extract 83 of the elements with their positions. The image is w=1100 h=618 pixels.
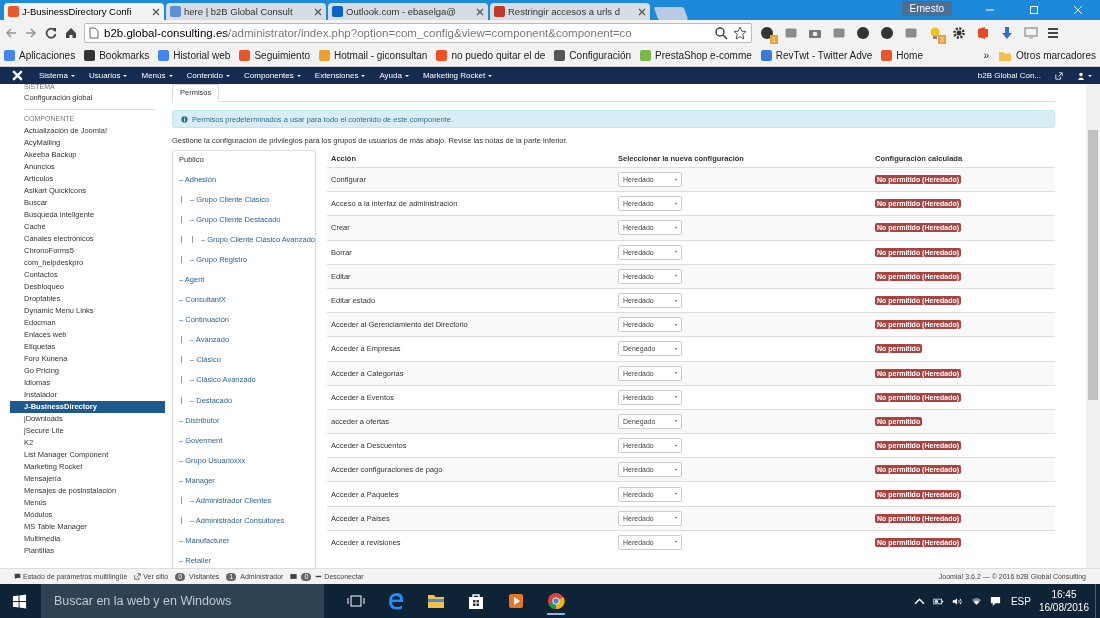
wifi-icon[interactable] (970, 595, 982, 607)
extension-icon[interactable] (880, 25, 894, 40)
bookmark-icon (84, 50, 96, 61)
bookmark-link[interactable]: RevTwt - Twitter Adve (760, 50, 873, 61)
browser-tab[interactable]: Restringir accesos a urls d (490, 3, 650, 20)
joomla-logo-icon[interactable] (12, 70, 23, 81)
bookmark-link[interactable]: Historial web (158, 50, 231, 61)
menu-item[interactable]: Componentes (244, 71, 301, 80)
scrollbar[interactable] (1086, 84, 1100, 568)
favicon-icon (494, 6, 505, 17)
external-link-icon (134, 573, 142, 580)
browser-tab[interactable]: J-BusinessDirectory Confi (4, 3, 164, 20)
bookmark-link[interactable]: no puedo quitar el de (436, 50, 546, 61)
bookmark-link[interactable]: Configuración (554, 50, 632, 61)
menu-item[interactable]: Contenido (186, 71, 230, 80)
user-icon (1077, 71, 1085, 80)
browser-tab[interactable]: Outlook.com - ebaselga@ (328, 3, 488, 20)
bookmark-link[interactable]: Aplicaciones (4, 50, 76, 61)
shopping-bag-icon[interactable] (467, 592, 485, 610)
user-menu[interactable] (1077, 71, 1092, 80)
task-view-icon[interactable] (347, 592, 365, 610)
home-icon[interactable] (64, 25, 78, 40)
extension-icon[interactable] (856, 25, 870, 40)
bookmark-icon (760, 50, 772, 61)
bookmark-icon (554, 50, 566, 61)
folder-icon[interactable] (427, 592, 445, 610)
close-icon[interactable] (314, 7, 322, 16)
clock[interactable]: 16:45 16/08/2016 (1038, 588, 1089, 614)
more-bookmarks-button[interactable]: » (983, 50, 989, 61)
comment-icon (14, 573, 21, 580)
bookmark-link[interactable]: Bookmarks (84, 50, 150, 61)
bookmark-link[interactable]: Hotmail - giconsultan (319, 50, 428, 61)
menu-item[interactable]: Sistema (39, 71, 75, 80)
page-icon (89, 26, 99, 39)
star-icon[interactable] (733, 25, 747, 40)
back-icon[interactable] (4, 25, 18, 40)
extension-icon[interactable] (952, 25, 966, 40)
bookmark-icon (319, 50, 330, 61)
language-indicator[interactable]: ESP (1010, 595, 1031, 607)
browser-icon[interactable] (387, 592, 405, 610)
bookmark-icon (881, 50, 893, 61)
site-link[interactable]: b2B Global Con... (977, 71, 1041, 80)
envelope-icon[interactable] (290, 573, 298, 580)
browser-tab[interactable]: here | b2B Global Consult (166, 3, 326, 20)
info-icon (181, 115, 188, 123)
reload-icon[interactable] (44, 25, 58, 40)
chrome-icon[interactable] (547, 592, 565, 615)
menu-item[interactable]: Menús (141, 71, 173, 80)
chevron-up-icon[interactable] (913, 595, 925, 607)
menu-item[interactable]: Usuarios (88, 71, 128, 80)
favicon-icon (8, 6, 19, 17)
favicon-icon (170, 6, 181, 17)
menu-item[interactable]: Extensiones (314, 71, 366, 80)
bookmark-folder[interactable]: Otros marcadores (997, 49, 1096, 62)
notification-icon[interactable] (989, 595, 1001, 607)
folder-icon (997, 49, 1012, 62)
bookmark-icon (640, 50, 652, 61)
bookmark-icon (436, 50, 448, 61)
zoom-icon[interactable] (714, 25, 728, 40)
windows-start-icon[interactable] (12, 593, 27, 609)
bookmark-icon (239, 50, 251, 61)
bookmark-link[interactable]: PrestaShop e-comme (640, 50, 752, 61)
date-text: 16/08/2016 (1038, 601, 1089, 614)
media-player-icon[interactable] (507, 592, 525, 610)
address-field[interactable]: b2b.global-consulting.es/administrator/index.php?option=com_config&view=component&component=co (84, 22, 752, 43)
profile-button[interactable]: Ernesto (901, 1, 952, 16)
bookmark-icon (158, 50, 170, 61)
bookmark-link[interactable]: Home (881, 50, 923, 61)
maximize-icon[interactable] (1029, 5, 1039, 15)
close-icon[interactable] (152, 7, 160, 16)
forward-icon[interactable] (24, 25, 38, 40)
menu-icon[interactable] (1046, 25, 1060, 40)
favicon-icon (332, 6, 343, 17)
menu-item[interactable]: Ayuda (379, 71, 409, 80)
close-icon[interactable] (476, 7, 484, 16)
close-icon[interactable] (638, 7, 646, 16)
search-field[interactable]: Buscar en la web y en Windows (41, 584, 324, 618)
bookmark-icon (4, 50, 15, 61)
battery-icon[interactable] (932, 595, 944, 607)
bookmark-link[interactable]: Seguimiento (239, 50, 310, 61)
time-text: 16:45 (1051, 588, 1077, 601)
menu-item[interactable]: Marketing Rocket (422, 71, 493, 80)
external-link-icon[interactable] (1055, 71, 1063, 80)
